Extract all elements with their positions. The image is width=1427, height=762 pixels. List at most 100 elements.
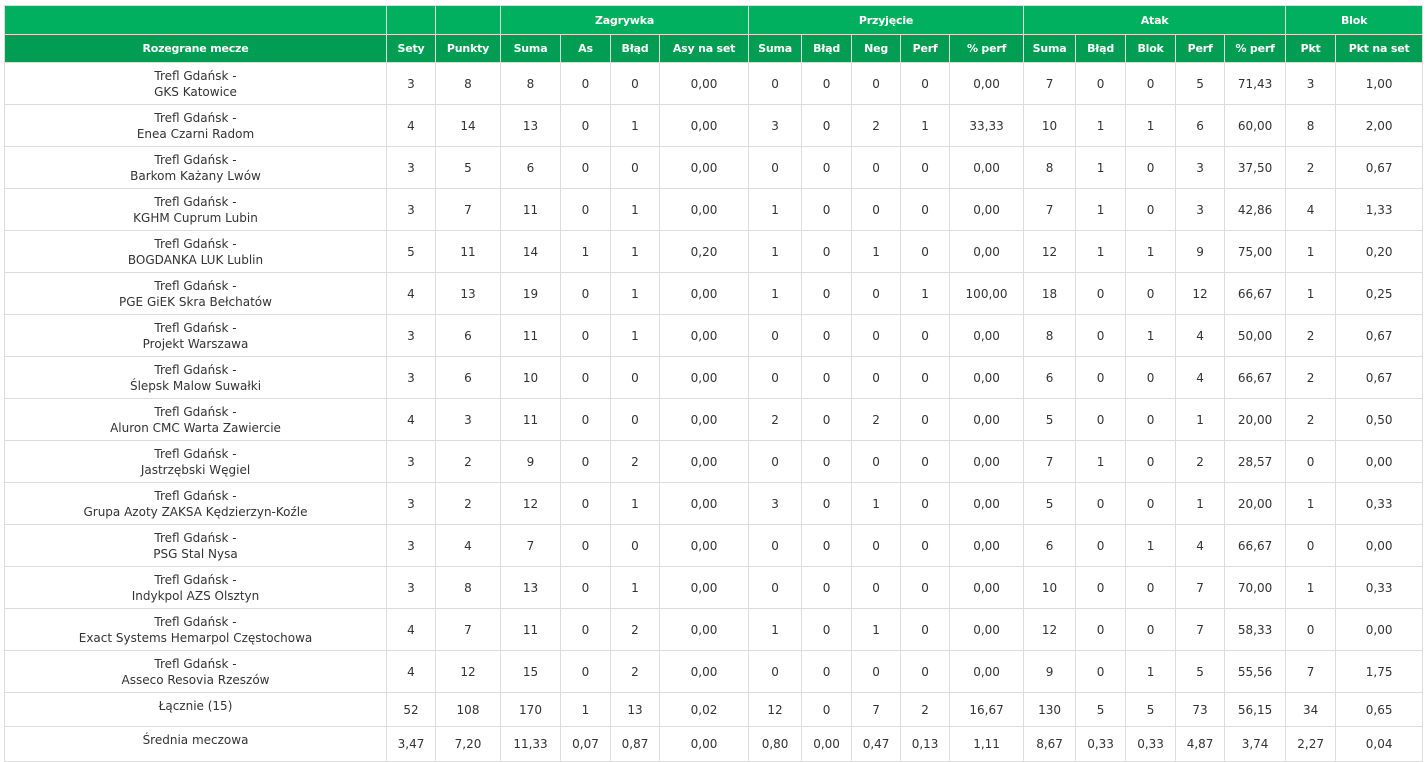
cell-attack-blocked: 1 xyxy=(1125,230,1177,273)
cell-serve-aces-per-set: 0,00 xyxy=(658,524,750,567)
cell-serve-ace: 1 xyxy=(560,230,611,273)
cell-reception-total: 12 xyxy=(748,692,803,727)
away-team: Jastrzębski Węgiel xyxy=(140,462,251,477)
cell-attack-total: 6 xyxy=(1023,524,1077,567)
cell-attack-error: 0 xyxy=(1075,398,1127,441)
cell-reception-perf-pct: 0,00 xyxy=(949,356,1025,399)
cell-attack-perf: 4,87 xyxy=(1175,726,1226,762)
cell-reception-perf: 0 xyxy=(900,566,951,609)
column-header-reception-total[interactable]: Suma xyxy=(748,34,803,63)
cell-reception-error: 0 xyxy=(801,398,853,441)
column-header-reception-neg[interactable]: Neg xyxy=(851,34,902,63)
column-header-attack-blocked[interactable]: Blok xyxy=(1125,34,1177,63)
cell-serve-ace: 0,07 xyxy=(560,726,611,762)
column-header-serve-ace[interactable]: As xyxy=(560,34,611,63)
table-row: Trefl Gdańsk - Projekt Warszawa 3 6 11 0 1 0,00… xyxy=(4,314,1424,357)
away-team: Indykpol AZS Olsztyn xyxy=(131,588,260,603)
home-team: Trefl Gdańsk - xyxy=(154,656,237,671)
column-header-attack-error[interactable]: Błąd xyxy=(1075,34,1127,63)
cell-attack-blocked: 1 xyxy=(1125,314,1177,357)
column-header-serve-total[interactable]: Suma xyxy=(500,34,561,63)
column-header-serve-aces-per-set[interactable]: Asy na set xyxy=(658,34,750,63)
cell-sets: 3 xyxy=(386,146,436,189)
cell-reception-perf: 0 xyxy=(900,356,951,399)
cell-reception-total: 0 xyxy=(748,566,803,609)
cell-reception-perf: 0 xyxy=(900,62,951,105)
match-name-cell: Trefl Gdańsk - Jastrzębski Węgiel xyxy=(4,440,387,483)
match-name-cell: Trefl Gdańsk - KGHM Cuprum Lubin xyxy=(4,188,387,231)
cell-block-points: 2,27 xyxy=(1285,726,1337,762)
match-name-cell: Trefl Gdańsk - Barkom Każany Lwów xyxy=(4,146,387,189)
group-header-reception: Przyjęcie xyxy=(748,5,1025,35)
column-header-sets[interactable]: Sety xyxy=(386,34,436,63)
column-header-reception-perf-pct[interactable]: % perf xyxy=(949,34,1025,63)
column-header-matches[interactable]: Rozegrane mecze xyxy=(4,34,387,63)
cell-serve-error: 2 xyxy=(610,650,660,693)
cell-serve-ace: 0 xyxy=(560,398,611,441)
cell-attack-error: 1 xyxy=(1075,440,1127,483)
group-header-serve: Zagrywka xyxy=(499,5,750,35)
table-row: Trefl Gdańsk - KGHM Cuprum Lubin 3 7 11 0 1 0,0… xyxy=(4,188,1424,231)
cell-points: 6 xyxy=(435,314,501,357)
cell-block-points-per-set: 1,75 xyxy=(1335,650,1424,693)
cell-block-points-per-set: 0,67 xyxy=(1335,146,1424,189)
home-team: Trefl Gdańsk - xyxy=(154,446,237,461)
cell-serve-total: 19 xyxy=(500,272,561,315)
cell-serve-total: 170 xyxy=(500,692,561,727)
column-header-points[interactable]: Punkty xyxy=(435,34,501,63)
cell-reception-neg: 0 xyxy=(851,146,902,189)
cell-sets: 4 xyxy=(386,104,436,147)
cell-attack-blocked: 0 xyxy=(1125,272,1177,315)
cell-serve-total: 10 xyxy=(500,356,561,399)
column-header-attack-perf[interactable]: Perf xyxy=(1175,34,1226,63)
cell-attack-error: 0 xyxy=(1075,482,1127,525)
match-name-cell: Trefl Gdańsk - Projekt Warszawa xyxy=(4,314,387,357)
column-header-reception-error[interactable]: Błąd xyxy=(801,34,853,63)
cell-reception-total: 3 xyxy=(748,482,803,525)
table-row: Trefl Gdańsk - BOGDANKA LUK Lublin 5 11 14 1 1… xyxy=(4,230,1424,273)
cell-serve-total: 12 xyxy=(500,482,561,525)
table-row: Trefl Gdańsk - Indykpol AZS Olsztyn 3 8 13 0 1… xyxy=(4,566,1424,609)
cell-reception-neg: 0 xyxy=(851,356,902,399)
match-name-cell: Trefl Gdańsk - Indykpol AZS Olsztyn xyxy=(4,566,387,609)
cell-attack-blocked: 0 xyxy=(1125,356,1177,399)
cell-serve-total: 8 xyxy=(500,62,561,105)
cell-reception-neg: 2 xyxy=(851,104,902,147)
cell-reception-total: 0 xyxy=(748,650,803,693)
cell-reception-perf: 0 xyxy=(900,398,951,441)
table-row: Trefl Gdańsk - Exact Systems Hemarpol Czę… xyxy=(4,608,1424,651)
column-header-attack-perf-pct[interactable]: % perf xyxy=(1224,34,1287,63)
cell-attack-error: 1 xyxy=(1075,146,1127,189)
home-team: Trefl Gdańsk - xyxy=(154,194,237,209)
home-team: Trefl Gdańsk - xyxy=(154,68,237,83)
cell-points: 6 xyxy=(435,356,501,399)
cell-attack-perf-pct: 50,00 xyxy=(1224,314,1287,357)
cell-serve-aces-per-set: 0,00 xyxy=(658,104,750,147)
cell-attack-perf: 4 xyxy=(1175,356,1226,399)
cell-attack-perf: 7 xyxy=(1175,566,1226,609)
cell-reception-perf-pct: 33,33 xyxy=(949,104,1025,147)
home-team: Trefl Gdańsk - xyxy=(154,278,237,293)
column-header-reception-perf[interactable]: Perf xyxy=(900,34,951,63)
cell-reception-error: 0 xyxy=(801,566,853,609)
cell-reception-perf-pct: 0,00 xyxy=(949,230,1025,273)
column-header-block-points[interactable]: Pkt xyxy=(1285,34,1337,63)
cell-reception-total: 1 xyxy=(748,272,803,315)
table-row: Trefl Gdańsk - Barkom Każany Lwów 3 5 6 0 0 0,0… xyxy=(4,146,1424,189)
cell-attack-perf: 1 xyxy=(1175,482,1226,525)
column-header-serve-error[interactable]: Błąd xyxy=(610,34,660,63)
cell-attack-error: 1 xyxy=(1075,104,1127,147)
cell-attack-perf: 3 xyxy=(1175,146,1226,189)
column-header-block-points-per-set[interactable]: Pkt na set xyxy=(1335,34,1424,63)
table-row: Trefl Gdańsk - Asseco Resovia Rzeszów 4 12 1… xyxy=(4,650,1424,693)
cell-reception-perf: 0 xyxy=(900,314,951,357)
away-team: Grupa Azoty ZAKSA Kędzierzyn-Koźle xyxy=(83,504,308,519)
column-header-attack-total[interactable]: Suma xyxy=(1023,34,1077,63)
cell-attack-error: 0 xyxy=(1075,356,1127,399)
cell-reception-error: 0 xyxy=(801,356,853,399)
cell-attack-perf: 9 xyxy=(1175,230,1226,273)
cell-reception-error: 0 xyxy=(801,230,853,273)
cell-reception-perf: 0 xyxy=(900,188,951,231)
cell-reception-neg: 0 xyxy=(851,314,902,357)
cell-serve-total: 11 xyxy=(500,608,561,651)
